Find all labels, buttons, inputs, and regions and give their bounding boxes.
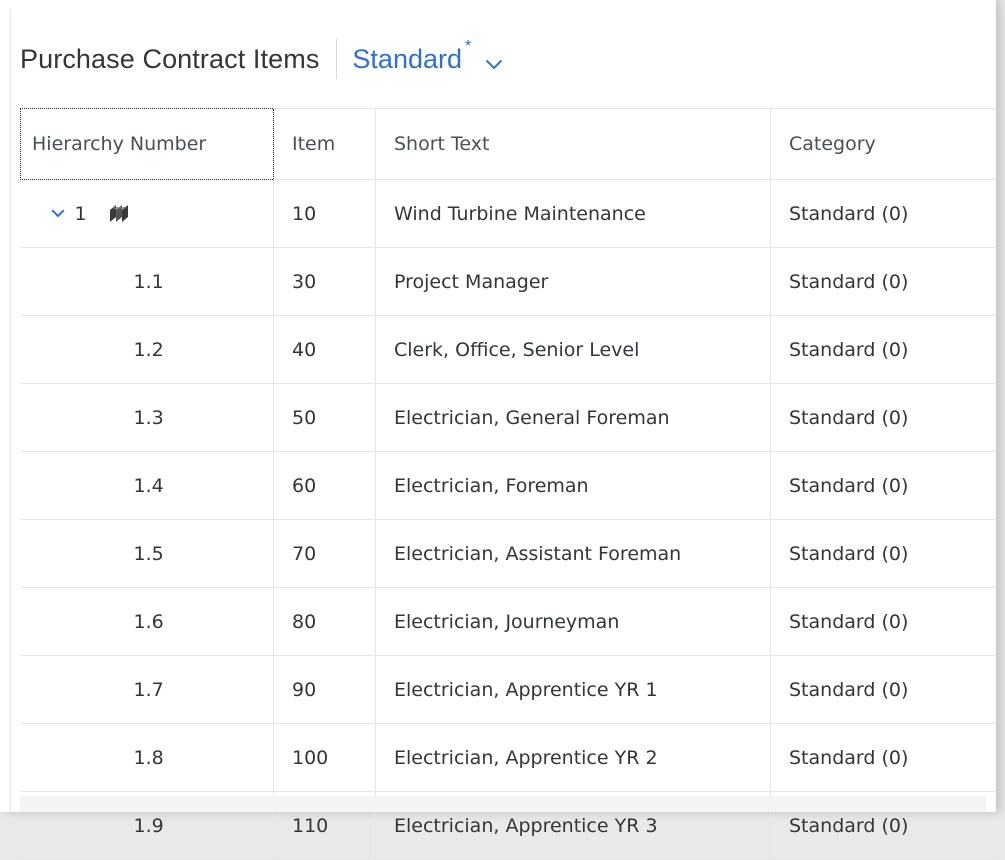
hierarchy-number: 1.1 [133,270,164,293]
short-text-cell: Electrician, Apprentice YR 2 [375,723,771,792]
category-cell: Standard (0) [770,655,997,724]
table-row[interactable]: 1.5 70 Electrician, Assistant Foreman St… [20,519,997,588]
service-hierarchy-icon [108,204,130,224]
table-row[interactable]: 1.3 50 Electrician, General Foreman Stan… [20,383,997,452]
column-header-hierarchy-number[interactable]: Hierarchy Number [20,108,274,180]
hierarchy-cell: 1.8 [20,723,274,792]
hierarchy-number: 1.5 [133,542,164,565]
variant-modified-marker: * [465,38,472,55]
hierarchy-cell: 1.7 [20,655,274,724]
hierarchy-number: 1.9 [133,814,164,837]
contract-items-panel: Purchase Contract Items Standard * Hiera… [0,0,997,860]
category-cell: Standard (0) [770,179,997,248]
hierarchy-cell: 1.2 [20,315,274,384]
short-text-cell: Electrician, Assistant Foreman [375,519,771,588]
item-cell: 30 [273,247,376,316]
item-cell: 50 [273,383,376,452]
table-row[interactable]: 1.1 30 Project Manager Standard (0) [20,247,997,316]
short-text-cell: Electrician, Journeyman [375,587,771,656]
category-cell: Standard (0) [770,519,997,588]
variant-label: Standard [352,43,463,74]
table-toolbar: Purchase Contract Items Standard * [20,10,986,108]
hierarchy-number: 1.8 [133,746,164,769]
short-text-cell: Wind Turbine Maintenance [375,179,771,248]
hierarchy-cell: 1.3 [20,383,274,452]
item-cell: 10 [273,179,376,248]
toolbar-separator [336,39,338,79]
contract-items-table: Hierarchy Number Item Short Text Categor… [20,108,997,860]
panel-divider [10,10,11,812]
short-text-cell: Electrician, Foreman [375,451,771,520]
chevron-down-icon[interactable] [485,59,503,70]
category-cell: Standard (0) [770,451,997,520]
table-header-row: Hierarchy Number Item Short Text Categor… [20,108,997,180]
short-text-cell: Project Manager [375,247,771,316]
hierarchy-number: 1.3 [133,406,164,429]
item-cell: 40 [273,315,376,384]
hierarchy-cell: 1.4 [20,451,274,520]
hierarchy-number: 1 [74,202,87,225]
short-text-cell: Clerk, Office, Senior Level [375,315,771,384]
table-row[interactable]: 1.6 80 Electrician, Journeyman Standard … [20,587,997,656]
table-row[interactable]: 1.4 60 Electrician, Foreman Standard (0) [20,451,997,520]
hierarchy-number: 1.6 [133,610,164,633]
hierarchy-cell: 1 [20,179,274,248]
short-text-cell: Electrician, Apprentice YR 1 [375,655,771,724]
table-row[interactable]: 1.7 90 Electrician, Apprentice YR 1 Stan… [20,655,997,724]
hierarchy-number: 1.4 [133,474,164,497]
expand-collapse-chevron-icon[interactable] [50,209,65,218]
variant-management-button[interactable]: Standard * [352,38,503,75]
hierarchy-number: 1.7 [133,678,164,701]
column-header-category[interactable]: Category [770,108,997,180]
category-cell: Standard (0) [770,723,997,792]
table-footer [20,796,986,812]
hierarchy-node: 1 [21,202,273,225]
category-cell: Standard (0) [770,247,997,316]
table-row[interactable]: 1.8 100 Electrician, Apprentice YR 2 Sta… [20,723,997,792]
item-cell: 80 [273,587,376,656]
column-header-short-text[interactable]: Short Text [375,108,771,180]
category-cell: Standard (0) [770,587,997,656]
hierarchy-cell: 1.1 [20,247,274,316]
item-cell: 60 [273,451,376,520]
hierarchy-cell: 1.5 [20,519,274,588]
table-title: Purchase Contract Items [20,43,320,74]
category-cell: Standard (0) [770,315,997,384]
column-header-item[interactable]: Item [273,108,376,180]
item-cell: 70 [273,519,376,588]
short-text-cell: Electrician, General Foreman [375,383,771,452]
item-cell: 90 [273,655,376,724]
item-cell: 100 [273,723,376,792]
table-row[interactable]: 1.2 40 Clerk, Office, Senior Level Stand… [20,315,997,384]
category-cell: Standard (0) [770,383,997,452]
hierarchy-number: 1.2 [133,338,164,361]
hierarchy-cell: 1.6 [20,587,274,656]
table-row-parent[interactable]: 1 10 Wind Turbine Maintenance Standard (… [20,179,997,248]
